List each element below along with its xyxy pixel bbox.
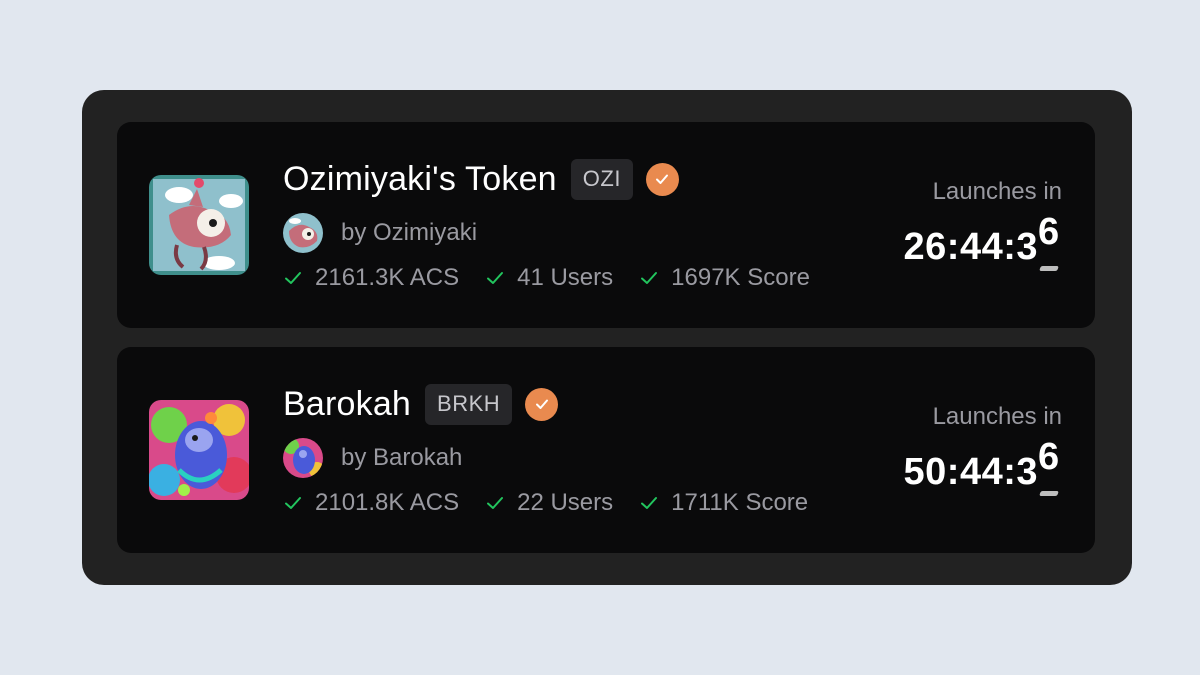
stat-score-value: 1697K Score bbox=[671, 264, 810, 291]
verified-icon bbox=[525, 387, 559, 421]
cartoon-pig-artwork-icon bbox=[149, 175, 249, 275]
stat-score: 1711K Score bbox=[639, 489, 808, 517]
stat-score: 1697K Score bbox=[639, 264, 810, 292]
creator-row[interactable]: by Barokah bbox=[283, 437, 462, 479]
creator-avatar bbox=[283, 213, 323, 253]
rolling-digit-shadow bbox=[1039, 266, 1059, 271]
psychedelic-artwork-icon bbox=[149, 400, 249, 500]
token-title-row: Ozimiyaki's Token OZI bbox=[283, 157, 679, 201]
launch-label: Launches in bbox=[932, 403, 1062, 430]
countdown-last-digit: 6 bbox=[1038, 211, 1060, 253]
launch-label: Launches in bbox=[932, 178, 1062, 205]
rolling-digit-shadow bbox=[1039, 491, 1059, 496]
countdown-rolling-digit: 6 bbox=[1038, 437, 1062, 499]
ticker-badge: OZI bbox=[570, 158, 633, 200]
stats-row: 2101.8K ACS 22 Users 1711K Score bbox=[283, 487, 834, 519]
stats-row: 2161.3K ACS 41 Users 1697K Score bbox=[283, 262, 836, 294]
countdown-value: 50:44:3 bbox=[903, 451, 1038, 493]
stat-acs-value: 2161.3K ACS bbox=[315, 264, 460, 291]
stat-users: 41 Users bbox=[485, 264, 613, 292]
creator-row[interactable]: by Ozimiyaki bbox=[283, 212, 477, 254]
check-icon bbox=[487, 272, 504, 284]
stat-score-value: 1711K Score bbox=[671, 489, 809, 516]
check-icon bbox=[285, 272, 301, 284]
token-thumbnail bbox=[149, 175, 249, 275]
token-name[interactable]: Ozimiyaki's Token bbox=[283, 160, 557, 199]
stat-acs-value: 2101.8K ACS bbox=[315, 489, 460, 516]
creator-avatar bbox=[283, 438, 323, 478]
check-icon bbox=[285, 497, 301, 509]
stat-users-value: 41 Users bbox=[517, 264, 614, 291]
countdown-timer: 26:44:3 6 bbox=[903, 212, 1062, 274]
verified-icon bbox=[645, 162, 679, 196]
creator-name[interactable]: by Barokah bbox=[341, 444, 462, 472]
countdown-timer: 50:44:3 6 bbox=[903, 437, 1062, 499]
token-list-panel: Ozimiyaki's Token OZI by Ozimiyaki 2161.… bbox=[82, 90, 1132, 585]
stat-users: 22 Users bbox=[485, 489, 613, 517]
token-thumbnail bbox=[149, 400, 249, 500]
check-icon bbox=[487, 497, 504, 509]
check-icon bbox=[641, 497, 658, 509]
stat-acs: 2101.8K ACS bbox=[283, 489, 459, 517]
stat-users-value: 22 Users bbox=[517, 489, 614, 516]
countdown-last-digit: 6 bbox=[1038, 436, 1060, 478]
stat-acs: 2161.3K ACS bbox=[283, 264, 459, 292]
creator-name[interactable]: by Ozimiyaki bbox=[341, 219, 477, 247]
token-card-ozi[interactable]: Ozimiyaki's Token OZI by Ozimiyaki 2161.… bbox=[117, 122, 1095, 328]
token-title-row: Barokah BRKH bbox=[283, 382, 559, 426]
token-card-brkh[interactable]: Barokah BRKH by Barokah 2101.8K ACS 22 U… bbox=[117, 347, 1095, 553]
ticker-badge: BRKH bbox=[425, 383, 513, 425]
token-name[interactable]: Barokah bbox=[283, 385, 411, 424]
countdown-value: 26:44:3 bbox=[903, 226, 1038, 268]
countdown-rolling-digit: 6 bbox=[1038, 212, 1062, 274]
check-icon bbox=[641, 272, 658, 284]
